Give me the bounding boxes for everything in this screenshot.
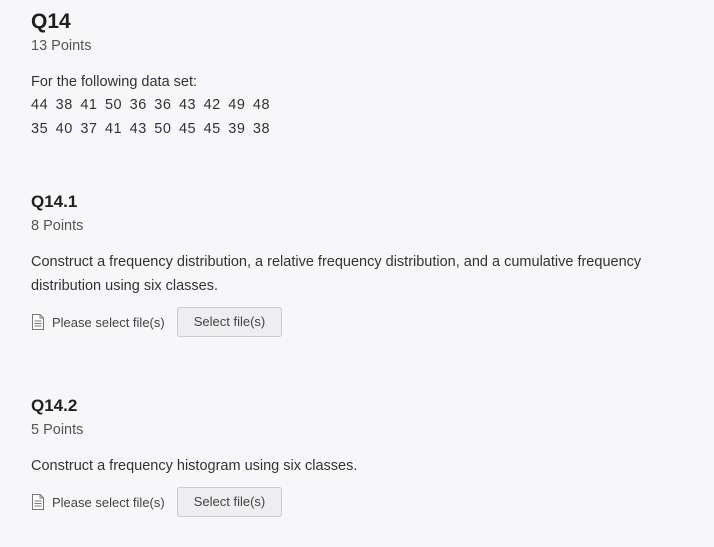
question-prompt-q14-1-line-1: Construct a frequency distribution, a re… — [31, 254, 642, 270]
file-placeholder-q14-2: Please select file(s) — [52, 494, 165, 510]
file-upload-q14-1: Please select file(s) Select file(s) — [31, 306, 283, 338]
file-upload-q14-2: Please select file(s) Select file(s) — [31, 486, 283, 518]
document-icon — [31, 494, 45, 510]
question-title-q14-1: Q14.1 — [31, 192, 78, 211]
question-intro-q14: For the following data set: — [31, 74, 198, 90]
question-title-q14-2: Q14.2 — [31, 396, 78, 415]
document-icon — [31, 314, 45, 330]
data-set-row-2: 35 40 37 41 43 50 45 45 39 38 — [31, 121, 271, 137]
question-points-q14-2: 5 Points — [31, 422, 84, 438]
question-prompt-q14-2: Construct a frequency histogram using si… — [31, 458, 358, 474]
question-prompt-q14-1-line-2: distribution using six classes. — [31, 278, 218, 294]
question-points-q14-1: 8 Points — [31, 218, 84, 234]
question-title-q14: Q14 — [31, 10, 71, 33]
select-files-button-q14-1[interactable]: Select file(s) — [176, 307, 283, 337]
select-files-button-q14-2[interactable]: Select file(s) — [176, 487, 283, 517]
question-points-q14: 13 Points — [31, 38, 92, 54]
data-set-row-1: 44 38 41 50 36 36 43 42 49 48 — [31, 97, 271, 113]
page: Q14 13 Points For the following data set… — [0, 0, 714, 547]
file-placeholder-q14-1: Please select file(s) — [52, 314, 165, 330]
